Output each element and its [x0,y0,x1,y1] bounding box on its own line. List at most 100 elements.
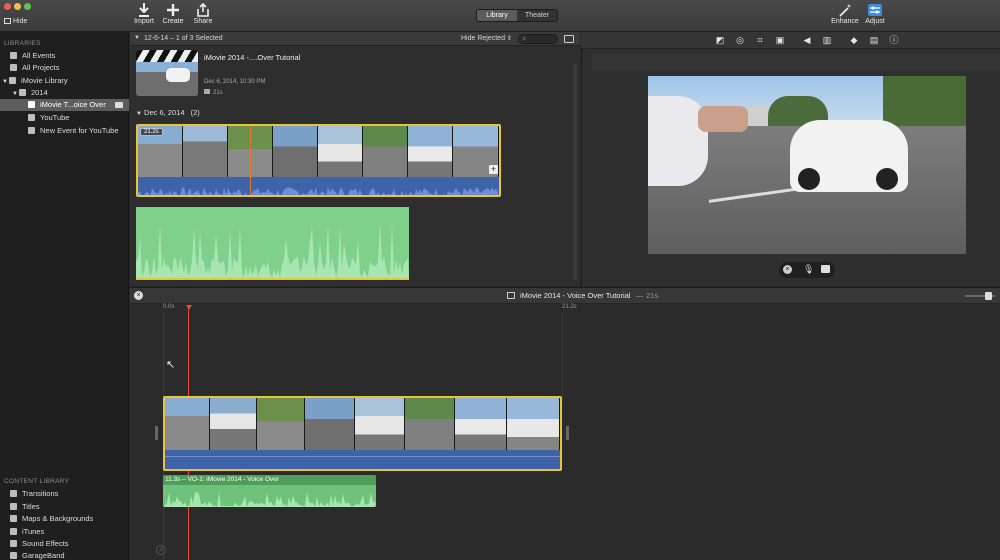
voiceover-clip-label: 11.3s – VO-1: iMovie 2014 - Voice Over [165,476,280,483]
film-icon [10,64,17,71]
timeline-project-length: 21s [646,291,659,300]
hide-label: Hide [13,18,28,25]
adjust-button[interactable]: Adjust [858,3,892,25]
enhance-button[interactable]: Enhance [828,3,862,25]
filter-popup[interactable]: Hide Rejected ⇕ [461,35,512,42]
film-icon [204,89,210,94]
film-icon [507,292,515,299]
cancel-icon[interactable]: × [783,265,792,274]
sidebar-item-all-events[interactable]: All Events [0,50,129,62]
sidebar-item-maps[interactable]: Maps & Backgrounds [0,513,129,525]
ruler-end-label: 21.2s [562,304,577,310]
hide-libraries-button[interactable]: Hide [4,18,27,25]
crop-icon[interactable]: ⌗ [755,35,765,45]
sidebar-item-transitions[interactable]: Transitions [0,488,129,500]
sidebar-item-new-event[interactable]: New Event for YouTube [0,125,129,137]
map-icon [10,515,17,522]
filter-label: Hide Rejected [461,35,505,42]
disclosure-down-icon: ▼ [136,111,142,117]
search-input[interactable]: ⌕ [518,34,558,44]
sidebar-item-all-projects[interactable]: All Projects [0,62,129,74]
sidebar-item-label: Transitions [22,489,59,498]
speed-icon[interactable]: ◆ [849,35,859,45]
add-to-movie-icon[interactable]: + [489,165,498,174]
sidebar-item-titles[interactable]: Titles [0,501,129,513]
project-title: iMovie 2014 -....Over Tutorial [204,53,301,62]
library-theater-switch: Library Theater [476,9,558,22]
sidebar-item-2014[interactable]: ▼ 2014 [0,87,129,99]
clip-trim-handle-right[interactable] [566,426,569,440]
viewer-frame [648,76,966,254]
clip-appearance-icon[interactable] [564,35,574,43]
color-balance-icon[interactable]: ◩ [715,35,725,45]
sidebar-item-label: Sound Effects [22,539,69,548]
event-date: Dec 6, 2014 [144,108,185,117]
project-date: Dec 6, 2014, 10:30 PM [204,79,266,85]
disclosure-down-icon: ▼ [12,91,18,97]
event-icon [28,101,35,108]
clip-duration-badge: 21.2s [140,128,163,136]
voiceover-audio-clip[interactable]: 11.3s – VO-1: iMovie 2014 - Voice Over [163,475,376,507]
equalizer-icon[interactable]: ▥ [822,35,832,45]
project-duration: 21s [204,89,223,96]
zoom-window-button[interactable] [24,3,31,10]
sidebar-item-youtube[interactable]: YouTube [0,112,129,124]
sidebar-toggle-icon [4,18,11,24]
minimize-window-button[interactable] [14,3,21,10]
playhead-marker-icon[interactable] [186,305,192,310]
tab-theater[interactable]: Theater [517,10,557,21]
updown-chevron-icon: ⇕ [506,36,512,42]
import-icon [139,3,149,17]
timeline-header: × iMovie 2014 - Voice Over Tutorial — 21… [130,287,1000,304]
sidebar-item-imovie-project[interactable]: iMovie T...oice Over [0,99,129,111]
clip-trim-handle-left[interactable] [155,426,158,440]
magic-wand-icon [839,4,851,17]
stabilization-icon[interactable]: ▣ [775,35,785,45]
create-button[interactable]: Create [156,3,190,25]
create-label: Create [162,18,184,25]
sidebar-item-imovie-library[interactable]: ▼ iMovie Library [0,75,129,87]
sidebar-item-label: GarageBand [22,551,65,560]
browser-audio-clip[interactable] [136,207,409,280]
eject-icon[interactable] [115,102,123,108]
event-icon [28,114,35,121]
noise-reduction-icon[interactable]: ▤ [869,35,879,45]
close-window-button[interactable] [4,3,11,10]
sidebar-item-itunes[interactable]: iTunes [0,526,129,538]
disclosure-down-icon[interactable]: ▼ [134,35,140,41]
libraries-heading: LIBRARIES [4,40,41,47]
zoom-slider-knob[interactable] [985,292,992,300]
zoom-slider[interactable] [965,292,995,300]
microphone-icon[interactable]: 🎙︎ [803,264,814,275]
sidebar-item-label: All Events [22,51,56,60]
timeline-project-name: iMovie 2014 - Voice Over Tutorial [520,291,631,300]
sidebar-item-label: Maps & Backgrounds [22,514,94,523]
car-image [166,68,190,82]
voiceover-options-icon[interactable] [821,265,830,273]
project-thumbnail[interactable] [136,50,198,96]
sidebar-item-label: iMovie Library [20,76,68,85]
color-correction-icon[interactable]: ◎ [735,35,745,45]
close-voiceover-icon[interactable]: × [134,291,143,300]
star-icon [10,52,17,59]
content-library-heading: CONTENT LIBRARY [4,478,70,485]
timeline-video-clip[interactable] [163,396,562,471]
share-button[interactable]: Share [186,3,220,25]
browser-scrollbar[interactable] [573,64,577,280]
import-label: Import [134,18,154,25]
volume-icon[interactable]: ◀ [802,35,812,45]
selection-info: 12-6-14 – 1 of 3 Selected [144,35,223,42]
tab-library[interactable]: Library [477,10,517,21]
adjust-label: Adjust [865,18,885,25]
sidebar-item-garageband[interactable]: GarageBand [0,550,129,560]
info-icon[interactable]: ⓘ [889,35,899,45]
browser-video-clip[interactable]: 21.2s + [136,124,501,197]
timeline-separator: — [636,291,644,300]
event-header[interactable]: ▼ Dec 6, 2014 (2) [136,108,200,117]
voiceover-controls: × 🎙︎ [779,262,835,278]
disclosure-down-icon: ▼ [2,79,8,85]
clapper-icon [136,50,198,62]
sidebar-item-sound-effects[interactable]: Sound Effects [0,538,129,550]
sidebar-item-label: New Event for YouTube [40,126,119,135]
duration-label: 21s [213,90,223,96]
